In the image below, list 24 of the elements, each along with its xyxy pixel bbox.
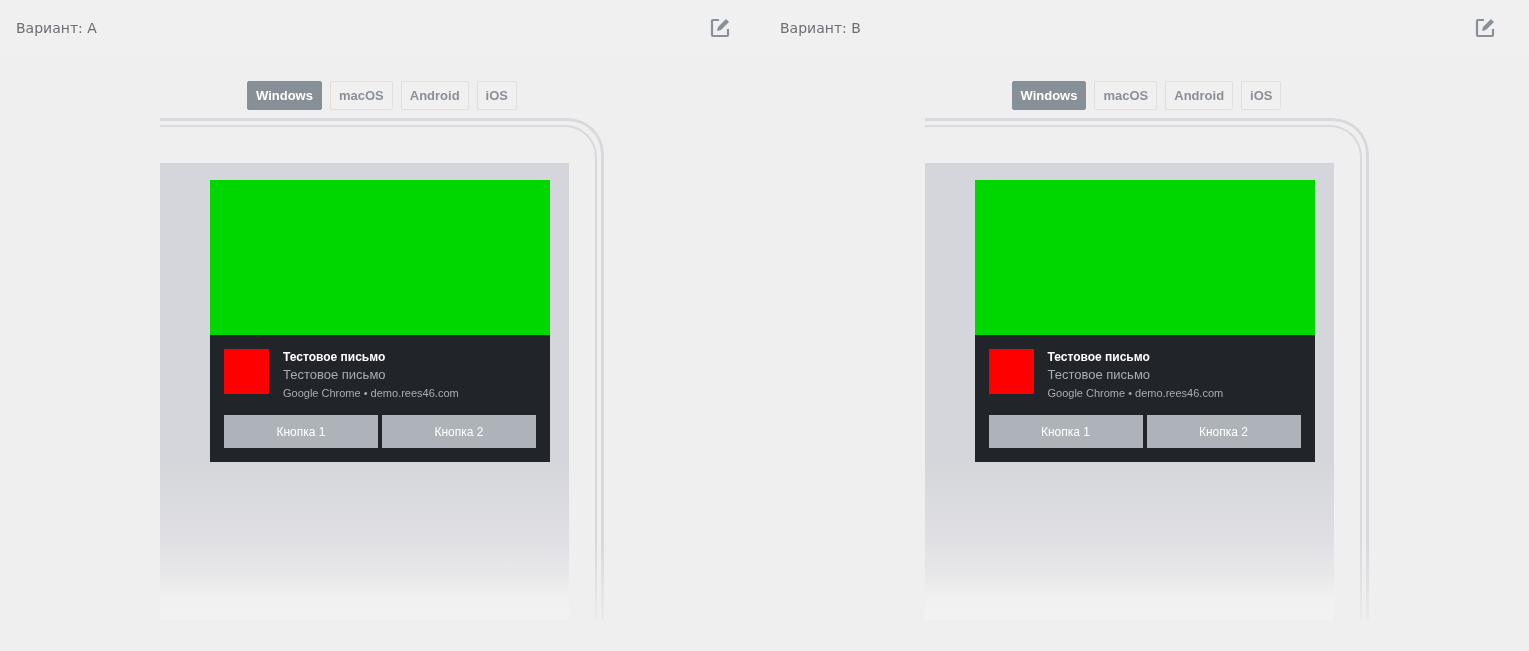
action-button[interactable]: Кнопка 1 [224,415,378,448]
variant-label: Вариант: B [780,20,861,36]
edit-icon[interactable] [710,18,730,38]
os-tab[interactable]: Windows [1011,81,1087,110]
os-tab[interactable]: Android [1165,81,1234,110]
notification-icon [224,349,269,394]
action-button[interactable]: Кнопка 2 [382,415,536,448]
notification-source: Google Chrome • demo.rees46.com [283,386,459,401]
os-tab[interactable]: iOS [476,81,517,110]
os-tab[interactable]: macOS [329,81,393,110]
notification-source: Google Chrome • demo.rees46.com [1047,386,1224,401]
action-button[interactable]: Кнопка 1 [988,415,1143,448]
notification-body: Тестовое письмо [1047,366,1152,384]
notification-body: Тестовое письмо [283,366,387,384]
notification-title: Тестовое письмо [283,349,387,365]
os-tab[interactable]: Android [400,81,469,110]
notification-icon [988,349,1034,394]
edit-icon[interactable] [1475,18,1495,38]
os-tab[interactable]: Windows [247,81,322,110]
action-button[interactable]: Кнопка 2 [1146,415,1301,448]
os-tab[interactable]: macOS [1094,81,1158,110]
variant-label: Вариант: A [16,20,97,36]
notification-title: Тестовое письмо [1047,349,1151,365]
os-tab[interactable]: iOS [1241,81,1282,110]
